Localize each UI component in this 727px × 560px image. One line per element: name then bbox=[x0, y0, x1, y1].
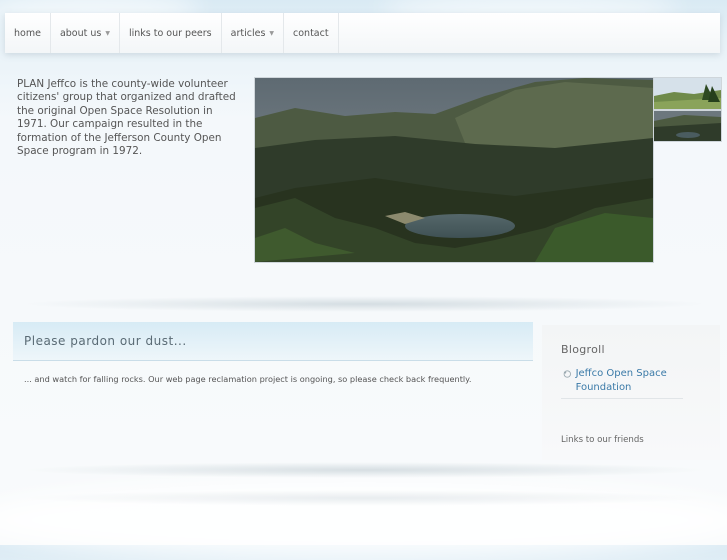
nav-home-label: home bbox=[14, 27, 41, 39]
blogroll-link-jeffco-open-space[interactable]: Jeffco Open Space Foundation bbox=[563, 367, 683, 395]
nav-links-to-peers[interactable]: links to our peers bbox=[120, 13, 222, 53]
blogroll-title: Blogroll bbox=[561, 343, 605, 356]
links-to-friends-label: Links to our friends bbox=[561, 435, 644, 445]
nav-about-us-label: about us bbox=[59, 27, 102, 39]
nav-articles-label: articles bbox=[230, 27, 266, 39]
nav-articles[interactable]: articles ▼ bbox=[222, 13, 285, 53]
slideshow-main-image[interactable] bbox=[254, 77, 654, 263]
nav-links-label: links to our peers bbox=[128, 27, 212, 39]
slideshow-thumbnail-2[interactable] bbox=[653, 110, 722, 142]
post-title: Please pardon our dust... bbox=[24, 334, 187, 348]
nav-contact-label: contact bbox=[293, 27, 329, 39]
chevron-down-icon: ▼ bbox=[269, 29, 275, 37]
intro-text: PLAN Jeffco is the county-wide volunteer… bbox=[17, 78, 236, 158]
post-header: Please pardon our dust... bbox=[13, 322, 533, 361]
mountain-lake-landscape bbox=[255, 78, 653, 262]
mountain-lake-landscape bbox=[654, 111, 721, 141]
section-shadow bbox=[20, 296, 710, 312]
circular-arrow-icon bbox=[563, 370, 571, 378]
chevron-down-icon: ▼ bbox=[105, 29, 110, 37]
nav-home[interactable]: home bbox=[5, 13, 51, 53]
post-body: ... and watch for falling rocks. Our web… bbox=[24, 374, 472, 384]
section-shadow bbox=[20, 462, 710, 478]
divider bbox=[561, 398, 683, 399]
footer-shadow bbox=[20, 490, 710, 506]
main-nav: home about us ▼ links to our peers articl… bbox=[5, 13, 720, 53]
slideshow-thumbnail-1[interactable] bbox=[653, 77, 722, 110]
nav-contact[interactable]: contact bbox=[284, 13, 339, 53]
nav-about-us[interactable]: about us ▼ bbox=[51, 13, 120, 53]
meadow-trees-landscape bbox=[654, 78, 721, 109]
blogroll-link-label: Jeffco Open Space Foundation bbox=[575, 368, 667, 393]
